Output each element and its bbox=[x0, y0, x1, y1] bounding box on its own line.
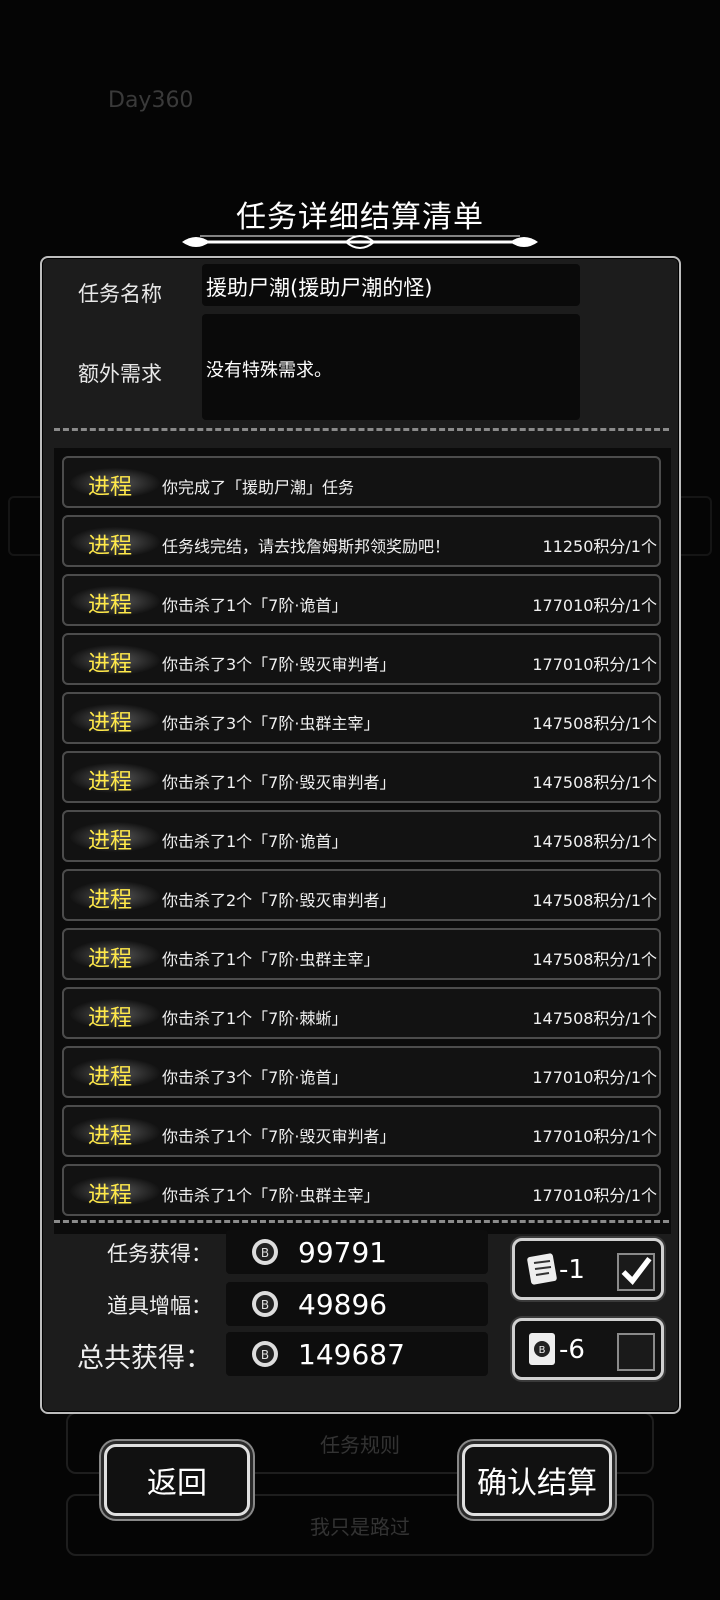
task-earned-label: 任务获得： bbox=[107, 1242, 212, 1266]
background-status-bar: Day360 bbox=[0, 80, 720, 160]
progress-description: 你击杀了1个「7阶·毁灭审判者」 bbox=[162, 1127, 396, 1146]
coin-card-checkbox[interactable] bbox=[617, 1333, 655, 1371]
progress-tag: 进程 bbox=[88, 888, 133, 913]
progress-points: 177010积分/1个 bbox=[532, 1127, 657, 1146]
divider bbox=[54, 1220, 669, 1223]
progress-tag: 进程 bbox=[88, 475, 133, 500]
progress-points: 147508积分/1个 bbox=[532, 773, 657, 792]
progress-points: 147508积分/1个 bbox=[532, 714, 657, 733]
progress-tag: 进程 bbox=[88, 1183, 133, 1208]
progress-tag: 进程 bbox=[88, 1124, 133, 1149]
progress-description: 你击杀了3个「7阶·诡首」 bbox=[162, 1068, 348, 1087]
progress-row: 进程 你击杀了1个「7阶·毁灭审判者」 177010积分/1个 bbox=[62, 1105, 661, 1157]
progress-tag: 进程 bbox=[88, 829, 133, 854]
progress-row: 进程 你击杀了1个「7阶·诡首」 177010积分/1个 bbox=[62, 574, 661, 626]
progress-points: 177010积分/1个 bbox=[532, 1068, 657, 1087]
svg-text:B: B bbox=[261, 1348, 269, 1362]
scroll-icon bbox=[527, 1253, 557, 1285]
svg-text:B: B bbox=[539, 1345, 546, 1356]
coin-card-cost: -6 bbox=[559, 1335, 585, 1365]
item-bonus-box: B 49896 bbox=[226, 1282, 488, 1326]
coin-card-icon: B bbox=[529, 1333, 555, 1365]
svg-text:B: B bbox=[261, 1298, 269, 1312]
progress-row: 进程 你完成了「援助尸潮」任务 bbox=[62, 456, 661, 508]
progress-points: 147508积分/1个 bbox=[532, 950, 657, 969]
progress-tag: 进程 bbox=[88, 711, 133, 736]
progress-tag: 进程 bbox=[88, 652, 133, 677]
task-earned-box: B 99791 bbox=[226, 1230, 488, 1274]
progress-points: 177010积分/1个 bbox=[532, 655, 657, 674]
progress-tag: 进程 bbox=[88, 534, 133, 559]
progress-row: 进程 你击杀了3个「7阶·诡首」 177010积分/1个 bbox=[62, 1046, 661, 1098]
checkmark-icon bbox=[621, 1256, 652, 1286]
progress-points: 177010积分/1个 bbox=[532, 1186, 657, 1205]
confirm-settlement-button[interactable]: 确认结算 bbox=[462, 1444, 612, 1516]
item-bonus-value: 49896 bbox=[298, 1288, 388, 1321]
progress-description: 你击杀了3个「7阶·虫群主宰」 bbox=[162, 714, 380, 733]
progress-description: 任务线完结，请去找詹姆斯邦领奖励吧！ bbox=[162, 537, 451, 556]
progress-row: 进程 你击杀了1个「7阶·毁灭审判者」 147508积分/1个 bbox=[62, 751, 661, 803]
progress-description: 你击杀了1个「7阶·诡首」 bbox=[162, 596, 348, 615]
progress-row: 进程 你击杀了1个「7阶·虫群主宰」 177010积分/1个 bbox=[62, 1164, 661, 1216]
title-ornament-icon bbox=[182, 235, 538, 249]
progress-tag: 进程 bbox=[88, 1065, 133, 1090]
item-bonus-label: 道具增幅： bbox=[107, 1294, 212, 1318]
back-button[interactable]: 返回 bbox=[104, 1444, 250, 1516]
coin-icon: B bbox=[252, 1291, 278, 1317]
task-earned-value: 99791 bbox=[298, 1236, 388, 1269]
progress-points: 147508积分/1个 bbox=[532, 1009, 657, 1028]
task-name-label: 任务名称 bbox=[78, 282, 162, 306]
progress-description: 你完成了「援助尸潮」任务 bbox=[162, 478, 355, 497]
progress-tag: 进程 bbox=[88, 947, 133, 972]
progress-description: 你击杀了1个「7阶·虫群主宰」 bbox=[162, 1186, 380, 1205]
progress-row: 进程 你击杀了1个「7阶·虫群主宰」 147508积分/1个 bbox=[62, 928, 661, 980]
progress-points: 147508积分/1个 bbox=[532, 891, 657, 910]
progress-points: 147508积分/1个 bbox=[532, 832, 657, 851]
progress-tag: 进程 bbox=[88, 1006, 133, 1031]
progress-tag: 进程 bbox=[88, 593, 133, 618]
progress-row: 进程 任务线完结，请去找詹姆斯邦领奖励吧！ 11250积分/1个 bbox=[62, 515, 661, 567]
progress-description: 你击杀了1个「7阶·诡首」 bbox=[162, 832, 348, 851]
progress-row: 进程 你击杀了2个「7阶·毁灭审判者」 147508积分/1个 bbox=[62, 869, 661, 921]
coin-card-toggle[interactable]: B -6 bbox=[512, 1318, 664, 1380]
extra-requirement-field: 没有特殊需求。 bbox=[202, 314, 580, 420]
progress-row: 进程 你击杀了1个「7阶·棘蜥」 147508积分/1个 bbox=[62, 987, 661, 1039]
extra-requirement-label: 额外需求 bbox=[78, 362, 162, 386]
progress-list[interactable]: 进程 你完成了「援助尸潮」任务 进程 任务线完结，请去找詹姆斯邦领奖励吧！ 11250积… bbox=[54, 448, 671, 1234]
coin-icon: B bbox=[252, 1239, 278, 1265]
scroll-toggle[interactable]: -1 bbox=[512, 1238, 664, 1300]
divider bbox=[54, 428, 669, 431]
total-earned-label: 总共获得： bbox=[77, 1343, 212, 1374]
progress-description: 你击杀了1个「7阶·虫群主宰」 bbox=[162, 950, 380, 969]
task-name-field: 援助尸潮(援助尸潮的怪) bbox=[202, 264, 580, 306]
background-day: Day360 bbox=[108, 88, 194, 113]
scroll-cost: -1 bbox=[559, 1255, 585, 1285]
settlement-panel: 任务名称 援助尸潮(援助尸潮的怪) 额外需求 没有特殊需求。 进程 你完成了「援助… bbox=[40, 256, 681, 1414]
svg-text:B: B bbox=[261, 1246, 269, 1260]
progress-description: 你击杀了3个「7阶·毁灭审判者」 bbox=[162, 655, 396, 674]
progress-row: 进程 你击杀了3个「7阶·虫群主宰」 147508积分/1个 bbox=[62, 692, 661, 744]
progress-row: 进程 你击杀了3个「7阶·毁灭审判者」 177010积分/1个 bbox=[62, 633, 661, 685]
progress-description: 你击杀了1个「7阶·棘蜥」 bbox=[162, 1009, 348, 1028]
total-earned-box: B 149687 bbox=[226, 1332, 488, 1376]
coin-icon: B bbox=[252, 1341, 278, 1367]
progress-tag: 进程 bbox=[88, 770, 133, 795]
progress-description: 你击杀了2个「7阶·毁灭审判者」 bbox=[162, 891, 396, 910]
progress-description: 你击杀了1个「7阶·毁灭审判者」 bbox=[162, 773, 396, 792]
progress-points: 177010积分/1个 bbox=[532, 596, 657, 615]
total-earned-value: 149687 bbox=[298, 1338, 405, 1371]
progress-points: 11250积分/1个 bbox=[542, 537, 657, 556]
progress-row: 进程 你击杀了1个「7阶·诡首」 147508积分/1个 bbox=[62, 810, 661, 862]
scroll-checkbox[interactable] bbox=[617, 1253, 655, 1291]
